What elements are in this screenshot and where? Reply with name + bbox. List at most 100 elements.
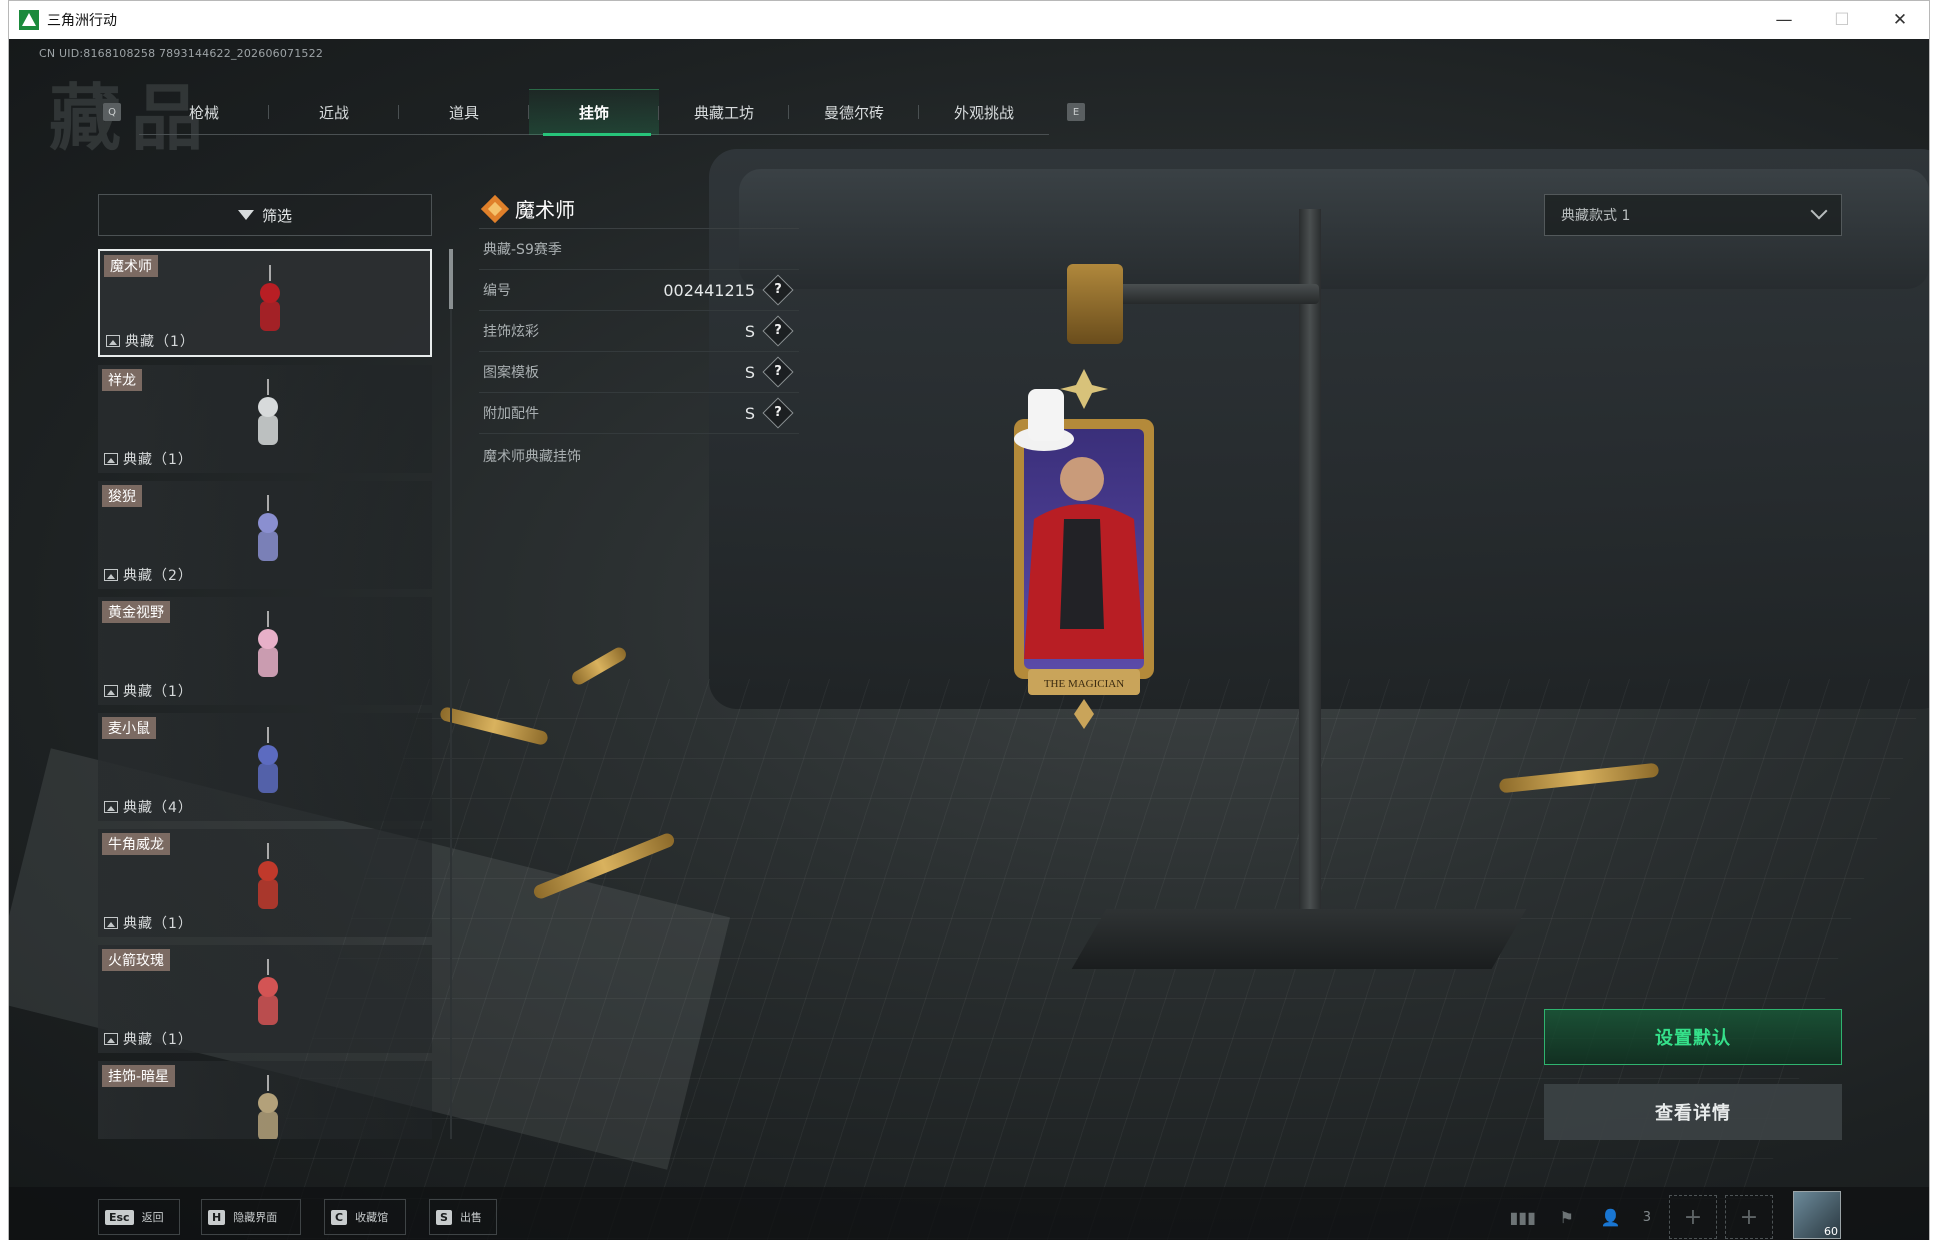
category-tabs: Q 枪械 近战 道具 挂饰 典藏工坊 曼德尔砖 外观挑战 E	[103, 89, 1085, 136]
charm-list-item[interactable]: 祥龙典藏（1）	[98, 365, 432, 473]
close-button[interactable]: ✕	[1871, 1, 1929, 39]
detail-row-label: 编号	[483, 283, 511, 299]
title-bar: 三角洲行动 — ☐ ✕	[9, 1, 1929, 39]
list-scrollbar[interactable]	[450, 249, 452, 1139]
charm-count: 典藏（1）	[104, 913, 193, 933]
display-stand-base	[1071, 909, 1527, 969]
maximize-button[interactable]: ☐	[1813, 1, 1871, 39]
charm-thumbnail	[258, 727, 278, 793]
detail-row-value: S	[744, 321, 755, 341]
tab-0[interactable]: 枪械	[139, 89, 269, 135]
view-details-button[interactable]: 查看详情	[1544, 1084, 1842, 1140]
charm-thumbnail	[258, 959, 278, 1025]
charm-name-tag: 狻猊	[102, 485, 142, 507]
add-teammate-slot[interactable]: +	[1669, 1195, 1717, 1239]
help-icon-glyph: ?	[774, 405, 782, 420]
image-icon	[106, 335, 120, 347]
flag-icon[interactable]: ⚑	[1545, 1199, 1589, 1235]
detail-row-value: S	[744, 403, 755, 423]
tab-4[interactable]: 典藏工坊	[659, 89, 789, 135]
charm-thumbnail	[258, 843, 278, 909]
charm-list-item[interactable]: 挂饰-暗星	[98, 1061, 432, 1139]
display-stand-pole	[1299, 209, 1321, 929]
charm-list-item[interactable]: 火箭玫瑰 典藏（1）	[98, 945, 432, 1053]
shortcut-label: 返回	[141, 1211, 164, 1224]
tab-1[interactable]: 近战	[269, 89, 399, 135]
shortcut-hint[interactable]: S 出售	[429, 1199, 497, 1235]
tab-5[interactable]: 曼德尔砖	[789, 89, 919, 135]
charm-count-text: 典藏（4）	[123, 800, 193, 816]
user-uid: CN UID:8168108258 7893144622_20260607152…	[39, 47, 324, 60]
charm-name-tag: 牛角威龙	[102, 833, 170, 855]
party-count: 3	[1642, 1209, 1651, 1225]
shortcut-key: H	[208, 1209, 226, 1225]
charm-list: 魔术师 典藏（1） 祥龙 典藏（1） 狻猊 典藏（2） 黄金视野 典藏（1） 麦小鼠 典藏（4）牛…	[98, 249, 432, 1139]
stats-icon[interactable]: ▮▮▮	[1501, 1199, 1545, 1235]
player-avatar[interactable]: 60	[1793, 1191, 1841, 1239]
help-icon[interactable]: ?	[762, 274, 794, 306]
detail-panel: 魔术师 典藏-S9赛季 编号 002441215? 挂饰炫彩 S? 图案模板 S? 附加配件…	[479, 189, 799, 478]
help-icon[interactable]: ?	[762, 356, 794, 388]
charm-list-item[interactable]: 牛角威龙典藏（1）	[98, 829, 432, 937]
party-icon[interactable]: 👤	[1589, 1199, 1633, 1235]
tab-2[interactable]: 道具	[399, 89, 529, 135]
style-select-value: 典藏款式 1	[1561, 208, 1631, 224]
charm-count: 典藏（2）	[104, 565, 193, 585]
charm-list-item[interactable]: 狻猊典藏（2）	[98, 481, 432, 589]
game-scene: 藏品 CN UID:8168108258 7893144622_20260607…	[9, 39, 1929, 1240]
bottom-bar: Esc 返回 H 隐藏界面 C 收藏馆 S 出售 ▮▮▮ ⚑ 👤 3 + + 60	[9, 1187, 1929, 1240]
help-icon[interactable]: ?	[762, 315, 794, 347]
image-icon	[104, 1033, 118, 1045]
shortcut-hint[interactable]: H 隐藏界面	[201, 1199, 301, 1235]
set-default-button[interactable]: 设置默认	[1544, 1009, 1842, 1065]
charm-name-tag: 魔术师	[104, 255, 158, 277]
image-icon	[104, 801, 118, 813]
minimize-button[interactable]: —	[1755, 1, 1813, 39]
tab-3[interactable]: 挂饰	[529, 89, 659, 136]
charm-list-item[interactable]: 麦小鼠典藏（4）	[98, 713, 432, 821]
charm-banner-text: THE MAGICIAN	[1044, 678, 1124, 690]
shortcut-label: 隐藏界面	[233, 1211, 278, 1224]
tab-prev-key[interactable]: Q	[103, 103, 121, 121]
style-select[interactable]: 典藏款式 1	[1544, 194, 1842, 236]
filter-label: 筛选	[261, 206, 292, 225]
charm-thumbnail	[260, 265, 280, 331]
system-icons: ▮▮▮ ⚑ 👤 3 + +	[1501, 1195, 1843, 1239]
charm-count: 典藏（1）	[104, 449, 193, 469]
shortcut-hint[interactable]: Esc 返回	[98, 1199, 180, 1235]
player-level: 60	[1824, 1225, 1838, 1238]
charm-count: 典藏（1）	[104, 1029, 193, 1049]
charm-list-item[interactable]: 黄金视野 典藏（1）	[98, 597, 432, 705]
tab-next-key[interactable]: E	[1067, 103, 1085, 121]
help-icon-glyph: ?	[774, 364, 782, 379]
detail-row-value: S	[744, 362, 755, 382]
detail-title: 魔术师	[479, 189, 799, 229]
collection-diamond-icon	[480, 194, 510, 223]
detail-row: 挂饰炫彩 S?	[479, 311, 799, 352]
charm-count: 典藏（1）	[106, 331, 195, 351]
detail-row: 图案模板 S?	[479, 352, 799, 393]
charm-count-text: 典藏（1）	[123, 452, 193, 468]
charm-name-tag: 挂饰-暗星	[102, 1065, 176, 1087]
charm-thumbnail	[258, 611, 278, 677]
add-teammate-slot[interactable]: +	[1725, 1195, 1773, 1239]
shortcut-key: Esc	[105, 1209, 134, 1225]
chevron-down-icon	[1810, 202, 1828, 220]
app-window: 三角洲行动 — ☐ ✕ 藏品 CN UID:8168108258 7893144…	[8, 0, 1930, 1240]
charm-name-tag: 麦小鼠	[102, 717, 156, 739]
shortcut-hint[interactable]: C 收藏馆	[324, 1199, 406, 1235]
charm-list-item[interactable]: 魔术师典藏（1）	[98, 249, 432, 357]
detail-row: 附加配件 S?	[479, 393, 799, 434]
shortcut-key: C	[331, 1209, 348, 1225]
tab-6[interactable]: 外观挑战	[919, 89, 1049, 135]
detail-row-value: 002441215	[663, 280, 755, 300]
charm-count-text: 典藏（1）	[123, 916, 193, 932]
help-icon[interactable]: ?	[762, 397, 794, 429]
charm-count-text: 典藏（1）	[123, 1032, 193, 1048]
charm-name-tag: 祥龙	[102, 369, 142, 391]
filter-button[interactable]: 筛选	[98, 194, 432, 236]
detail-row: 编号 002441215?	[479, 270, 799, 311]
image-icon	[104, 917, 118, 929]
list-scrollbar-thumb[interactable]	[449, 249, 453, 309]
charm-count-text: 典藏（1）	[125, 334, 195, 350]
